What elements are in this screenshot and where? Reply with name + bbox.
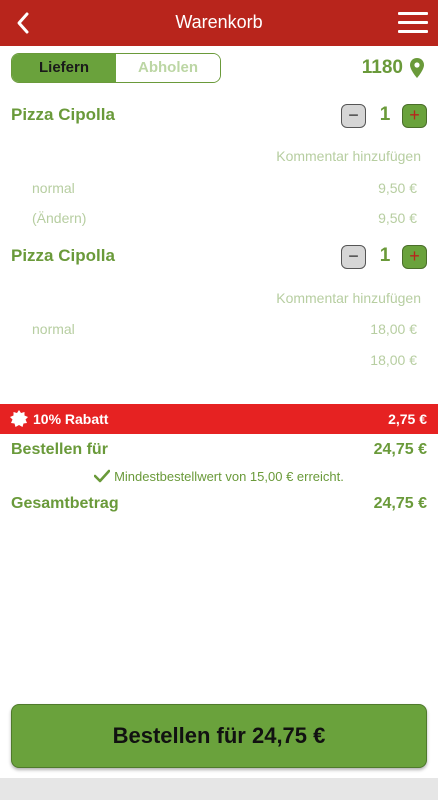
minimum-order-text: Mindestbestellwert von 15,00 € erreicht. [114, 469, 344, 484]
discount-bar: 10% Rabatt 2,75 € [0, 404, 438, 434]
item-option-label: normal [32, 180, 75, 196]
bottom-bar [0, 778, 438, 800]
quantity-stepper: − 1 + [341, 103, 427, 129]
hamburger-menu-icon[interactable] [398, 12, 428, 34]
toggle-abholen[interactable]: Abholen [116, 54, 220, 82]
map-pin-icon [410, 58, 424, 78]
discount-label: 10% Rabatt [33, 411, 109, 427]
cart-item-name: Pizza Cipolla [11, 105, 115, 124]
item-price: 18,00 € [370, 352, 417, 368]
cart-item-name: Pizza Cipolla [11, 246, 115, 265]
decrease-quantity-button[interactable]: − [341, 104, 366, 128]
quantity-value: 1 [379, 245, 391, 266]
decrease-quantity-button[interactable]: − [341, 245, 366, 269]
toggle-liefern[interactable]: Liefern [12, 54, 116, 82]
item-option-price: 9,50 € [378, 180, 417, 196]
page-title: Warenkorb [175, 12, 263, 32]
minimum-order-message: Mindestbestellwert von 15,00 € erreicht. [0, 469, 438, 484]
add-comment-link[interactable]: Kommentar hinzufügen [276, 290, 421, 306]
increase-quantity-button[interactable]: + [402, 245, 427, 269]
change-option-link[interactable]: (Ändern) [32, 210, 86, 226]
app-header: Warenkorb [0, 0, 438, 46]
delivery-toggle: Liefern Abholen [11, 53, 221, 83]
total-value: 24,75 € [373, 495, 427, 512]
postcode-value: 1180 [361, 57, 403, 78]
increase-quantity-button[interactable]: + [402, 104, 427, 128]
postcode-selector[interactable]: 1180 [362, 57, 424, 79]
item-option-price: 18,00 € [370, 321, 417, 337]
quantity-value: 1 [379, 104, 391, 125]
order-for-value: 24,75 € [373, 441, 427, 458]
total-label: Gesamtbetrag [11, 495, 119, 512]
add-comment-link[interactable]: Kommentar hinzufügen [276, 148, 421, 164]
badge-star-icon [10, 410, 28, 427]
order-for-label: Bestellen für [11, 441, 108, 458]
item-option-label: normal [32, 321, 75, 337]
place-order-button[interactable]: Bestellen für 24,75 € [11, 704, 427, 768]
checkmark-icon [93, 469, 111, 483]
quantity-stepper: − 1 + [341, 244, 427, 270]
discount-amount: 2,75 € [388, 411, 427, 427]
item-price: 9,50 € [378, 210, 417, 226]
